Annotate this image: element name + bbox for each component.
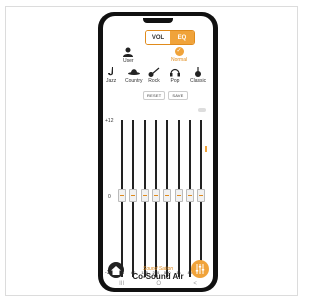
- eq-slider-knob[interactable]: [185, 189, 194, 202]
- eq-slider-knob[interactable]: [118, 189, 126, 202]
- preset-jazz[interactable]: Jazz: [106, 67, 116, 84]
- tab-eq[interactable]: EQ: [170, 31, 194, 44]
- scale-top-label: +12: [105, 118, 114, 124]
- brand-logo: Sound Sation Co-Sound Air: [131, 266, 185, 281]
- eq-slider-knob[interactable]: [140, 189, 149, 202]
- eq-slider-knob[interactable]: [151, 189, 160, 202]
- preset-label: Country: [125, 78, 143, 84]
- preset-label: Pop: [170, 78, 180, 84]
- preset-label: Classic: [190, 78, 207, 84]
- tab-vol[interactable]: VOL: [146, 31, 170, 44]
- camera-notch: [143, 18, 173, 23]
- home-icon: [111, 265, 121, 275]
- preset-country[interactable]: Country: [125, 67, 143, 84]
- eq-slider-knob[interactable]: [163, 189, 172, 202]
- reset-button[interactable]: RESET: [143, 91, 166, 100]
- preset-label: Rock: [148, 78, 160, 84]
- mode-tabs: VOL EQ: [145, 30, 195, 45]
- preset-actions: RESET SAVE: [143, 91, 188, 100]
- guitar-icon: [148, 67, 160, 77]
- eq-slider-knob[interactable]: [174, 189, 183, 202]
- preset-rock[interactable]: Rock: [148, 67, 160, 84]
- eq-slider-knob[interactable]: [129, 189, 138, 202]
- home-button[interactable]: [108, 262, 124, 278]
- equalizer-button[interactable]: [191, 260, 209, 278]
- check-icon: ✓: [174, 47, 184, 56]
- save-button[interactable]: SAVE: [168, 91, 188, 100]
- headphones-icon: [170, 68, 180, 77]
- preset-pop[interactable]: Pop: [170, 67, 180, 84]
- scroll-indicator: [205, 146, 207, 152]
- preset-classic[interactable]: Classic: [190, 67, 206, 84]
- nav-home-button[interactable]: O: [156, 281, 161, 287]
- recent-apps-button[interactable]: III: [119, 281, 124, 287]
- nav-back-button[interactable]: <: [193, 281, 197, 287]
- preset-label: Jazz: [106, 78, 117, 84]
- cowboy-hat-icon: [127, 69, 140, 75]
- scroll-handle[interactable]: [198, 108, 206, 112]
- android-nav-bar: III O <: [103, 280, 213, 288]
- preset-label: Normal: [171, 57, 188, 63]
- phone-screen: VOL EQ User ✓ Normal Jazz Country Rock P…: [103, 16, 213, 288]
- user-icon: [123, 47, 134, 57]
- equalizer-icon: [195, 264, 205, 274]
- preset-normal[interactable]: ✓ Normal: [171, 47, 187, 63]
- eq-slider-knob[interactable]: [197, 189, 206, 202]
- preset-user[interactable]: User: [123, 47, 134, 64]
- saxophone-icon: [108, 67, 114, 76]
- scale-mid-label: 0: [108, 194, 111, 200]
- violin-icon: [195, 67, 202, 77]
- preset-label: User: [123, 58, 134, 64]
